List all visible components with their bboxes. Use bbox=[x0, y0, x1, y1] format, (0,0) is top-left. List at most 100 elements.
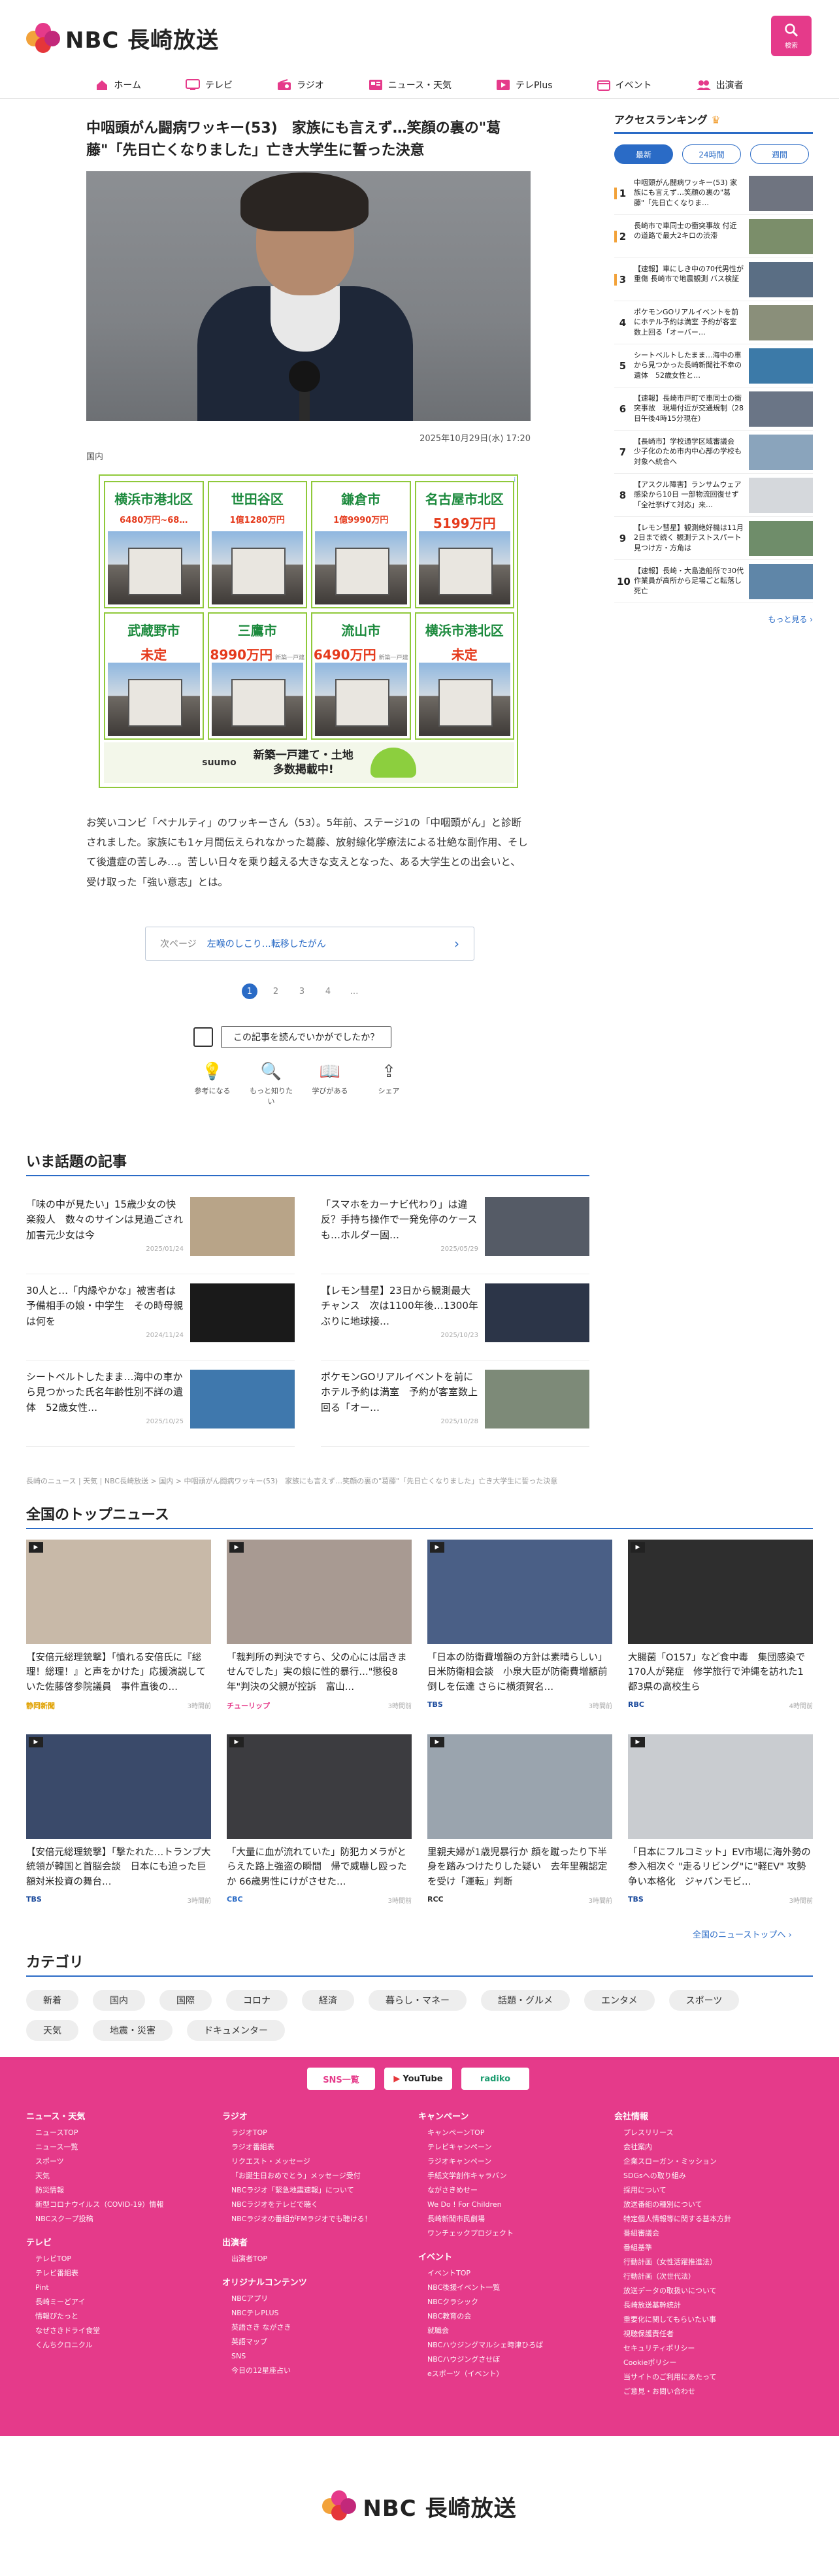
topnews-item[interactable]: ▶ 大腸菌「O157」など食中毒 集団感染で170人が発症 修学旅行で沖縄を訪れた… bbox=[628, 1540, 813, 1721]
page-link[interactable]: 1 bbox=[242, 983, 257, 999]
category-chip[interactable]: 天気 bbox=[26, 2020, 78, 2041]
footer-link[interactable]: SDGsへの取り組み bbox=[614, 2169, 797, 2183]
footer-link[interactable]: NBCテレPLUS bbox=[222, 2306, 405, 2320]
footer-link[interactable]: リクエスト・メッセージ bbox=[222, 2155, 405, 2169]
nav-item-cast[interactable]: 出演者 bbox=[674, 72, 766, 98]
footer-link[interactable]: 採用について bbox=[614, 2183, 797, 2198]
footer-link[interactable]: 就職会 bbox=[418, 2324, 601, 2338]
footer-link[interactable]: 天気 bbox=[26, 2169, 209, 2183]
category-chip[interactable]: 暮らし・マネー bbox=[369, 1990, 467, 2011]
footer-link[interactable]: ニュースTOP bbox=[26, 2126, 209, 2140]
nav-item-news[interactable]: ニュース・天気 bbox=[346, 72, 474, 98]
footer-link[interactable]: ご意見・お問い合わせ bbox=[614, 2385, 797, 2399]
footer-link[interactable]: NBCアプリ bbox=[222, 2292, 405, 2306]
footer-link[interactable]: キャンペーンTOP bbox=[418, 2126, 601, 2140]
footer-link[interactable]: NBCクラシック bbox=[418, 2295, 601, 2309]
ad-card[interactable]: 世田谷区 1億1280万円 bbox=[207, 481, 307, 608]
footer-link[interactable]: 放送番組の種別について bbox=[614, 2198, 797, 2212]
footer-heading[interactable]: ラジオ bbox=[222, 2109, 405, 2122]
topnews-item[interactable]: ▶ 里親夫婦が1歳児暴行か 顔を蹴ったり下半身を踏みつけたりした疑い 去年里親認定… bbox=[427, 1734, 612, 1916]
footer-link[interactable]: 出演者TOP bbox=[222, 2252, 405, 2266]
ranking-item[interactable]: 3 【速報】車にしき中の70代男性が重傷 長崎市で地震観測 バス検証 bbox=[614, 258, 813, 301]
footer-link[interactable]: 今日の12星座占い bbox=[222, 2364, 405, 2378]
trending-item[interactable]: 「スマホをカーナビ代わり」は違反？手持ち操作で一発免停のケースも…ホルダー固… 2… bbox=[321, 1188, 589, 1274]
footer-link[interactable]: イベントTOP bbox=[418, 2266, 601, 2281]
footer-link[interactable]: NBC後援イベント一覧 bbox=[418, 2281, 601, 2295]
reaction-helpful-button[interactable]: 💡 参考になる bbox=[189, 1062, 235, 1106]
footer-link[interactable]: NBCハウジングマルシェ時津ひろば bbox=[418, 2338, 601, 2353]
category-chip[interactable]: 国際 bbox=[159, 1990, 212, 2011]
footer-link[interactable]: 「お誕生日おめでとう」メッセージ受付 bbox=[222, 2169, 405, 2183]
ad-footer[interactable]: suumo 新築一戸建て・土地 多数掲載中! bbox=[104, 742, 514, 783]
footer-link[interactable]: 行動計画（女性活躍推進法） bbox=[614, 2255, 797, 2270]
footer-heading[interactable]: イベント bbox=[418, 2250, 601, 2262]
trending-item[interactable]: シートベルトしたまま…海中の車から見つかった氏名年齢性別不詳の遺体 52歳女性…… bbox=[26, 1361, 295, 1447]
category-chip[interactable]: 話題・グルメ bbox=[481, 1990, 570, 2011]
footer-link[interactable]: 行動計画（次世代法） bbox=[614, 2270, 797, 2284]
ad-card[interactable]: 横浜市港北区 6480万円~68… bbox=[104, 481, 204, 608]
ad-card[interactable]: 武蔵野市 未定 bbox=[104, 612, 204, 740]
footer-link[interactable]: NBCスクープ投稿 bbox=[26, 2212, 209, 2226]
footer-link[interactable]: ラジオ番組表 bbox=[222, 2140, 405, 2155]
ranking-tab-latest[interactable]: 最新 bbox=[614, 144, 673, 164]
footer-link[interactable]: プレスリリース bbox=[614, 2126, 797, 2140]
footer-link[interactable]: なぜさきドライ食堂 bbox=[26, 2324, 209, 2338]
ranking-item[interactable]: 10 【速報】長崎・大島造船所で30代作業員が高所から足場ごと転落し死亡 bbox=[614, 560, 813, 603]
footer-link[interactable]: 番組審議会 bbox=[614, 2226, 797, 2241]
footer-link[interactable]: NBCラジオをテレビで聴く bbox=[222, 2198, 405, 2212]
search-button[interactable]: 検索 bbox=[771, 16, 812, 56]
topnews-item[interactable]: ▶ 「日本にフルコミット」EV市場に海外勢の参入相次ぐ "走るリビング"に"軽EV… bbox=[628, 1734, 813, 1916]
footer-link[interactable]: ワンチェックプロジェクト bbox=[418, 2226, 601, 2241]
trending-item[interactable]: ポケモンGOリアルイベントを前にホテル予約は満室 予約が客室数上回る「オー… 20… bbox=[321, 1361, 589, 1447]
share-button[interactable]: ⇪ シェア bbox=[366, 1062, 412, 1106]
category-chip[interactable]: 地震・災害 bbox=[93, 2020, 173, 2041]
page-link[interactable]: 3 bbox=[294, 983, 310, 999]
article-category[interactable]: 国内 bbox=[86, 450, 103, 462]
footer-link[interactable]: 会社案内 bbox=[614, 2140, 797, 2155]
footer-link[interactable]: セキュリティポリシー bbox=[614, 2341, 797, 2356]
category-chip[interactable]: ドキュメンター bbox=[187, 2020, 285, 2041]
footer-link[interactable]: NBC教育の会 bbox=[418, 2309, 601, 2324]
ad-card[interactable]: 流山市 6490万円 新築一戸建 bbox=[311, 612, 411, 740]
footer-heading[interactable]: ニュース・天気 bbox=[26, 2109, 209, 2122]
footer-logo[interactable]: NBC 長崎放送 bbox=[0, 2436, 839, 2576]
footer-link[interactable]: Pint bbox=[26, 2281, 209, 2295]
category-chip[interactable]: 国内 bbox=[93, 1990, 145, 2011]
footer-link[interactable]: 長崎ミーどアイ bbox=[26, 2295, 209, 2309]
nav-item-event[interactable]: イベント bbox=[575, 72, 674, 98]
ranking-tab-24h[interactable]: 24時間 bbox=[682, 144, 741, 164]
breadcrumb[interactable]: 長崎のニュース | 天気 | NBC長崎放送 > 国内 > 中咽頭がん闘病ワッキ… bbox=[26, 1476, 614, 1486]
nav-item-radio[interactable]: ラジオ bbox=[255, 72, 346, 98]
footer-link[interactable]: 番組基準 bbox=[614, 2241, 797, 2255]
footer-link[interactable]: くんちクロニクル bbox=[26, 2338, 209, 2353]
footer-heading[interactable]: オリジナルコンテンツ bbox=[222, 2275, 405, 2288]
trending-item[interactable]: 30人と…「内縁やかな」被害者は予備相手の娘・中学生 その時母親は何を 2024/… bbox=[26, 1274, 295, 1361]
trending-item[interactable]: 「味の中が見たい」15歳少女の快楽殺人 数々のサインは見過ごされ 加害元少女は今… bbox=[26, 1188, 295, 1274]
footer-link[interactable]: SNS bbox=[222, 2349, 405, 2364]
advertisement[interactable]: i 横浜市港北区 6480万円~68… 世田谷区 1億1280万円 鎌倉市 1億999… bbox=[99, 474, 518, 788]
footer-link[interactable]: 手紙文学創作キャラバン bbox=[418, 2169, 601, 2183]
category-chip[interactable]: 経済 bbox=[302, 1990, 354, 2011]
ranking-item[interactable]: 6 【速報】長崎市戸町で車同士の衝突事故 現場付近が交通規制（28日午後4時15分… bbox=[614, 388, 813, 431]
site-logo[interactable]: NBC 長崎放送 bbox=[26, 22, 219, 54]
footer-link[interactable]: 英語さき ながさき bbox=[222, 2320, 405, 2335]
article-hero-image[interactable] bbox=[86, 171, 531, 421]
footer-link[interactable]: ラジオTOP bbox=[222, 2126, 405, 2140]
ranking-item[interactable]: 8 【アスクル障害】ランサムウェア感染から10日 一部物流回復せず「全社挙げて対応… bbox=[614, 474, 813, 517]
footer-link[interactable]: NBCハウジングさせぼ bbox=[418, 2353, 601, 2367]
footer-link[interactable]: NBCラジオの番組がFMラジオでも聴ける！ bbox=[222, 2212, 405, 2226]
ranking-item[interactable]: 2 長崎市で車同士の衝突事故 付近の道路で最大2キロの渋滞 bbox=[614, 215, 813, 258]
category-chip[interactable]: コロナ bbox=[226, 1990, 288, 2011]
footer-link[interactable]: 当サイトのご利用にあたって bbox=[614, 2370, 797, 2385]
reaction-learn-button[interactable]: 📖 学びがある bbox=[307, 1062, 353, 1106]
ranking-item[interactable]: 7 【長崎市】学校通学区域審議会 少子化のため市内中心部の学校も対象へ統合へ bbox=[614, 431, 813, 474]
ad-card[interactable]: 名古屋市北区 5199万円 bbox=[414, 481, 514, 608]
footer-heading[interactable]: 出演者 bbox=[222, 2236, 405, 2248]
topnews-item[interactable]: ▶ 「裁判所の判決ですら、父の心には届きませんでした」実の娘に性的暴行…"懲役8年… bbox=[227, 1540, 412, 1721]
footer-link[interactable]: 特定個人情報等に関する基本方針 bbox=[614, 2212, 797, 2226]
ranking-more-link[interactable]: もっと見る › bbox=[614, 614, 813, 625]
footer-link[interactable]: ながさきめせー bbox=[418, 2183, 601, 2198]
topnews-item[interactable]: ▶ 「日本の防衛費増額の方針は素晴らしい」日米防衛相会談 小泉大臣が防衛費増額前倒… bbox=[427, 1540, 612, 1721]
trending-item[interactable]: 【レモン彗星】23日から観測最大チャンス 次は1100年後…1300年ぶりに地球… bbox=[321, 1274, 589, 1361]
footer-link[interactable]: eスポーツ（イベント） bbox=[418, 2367, 601, 2381]
